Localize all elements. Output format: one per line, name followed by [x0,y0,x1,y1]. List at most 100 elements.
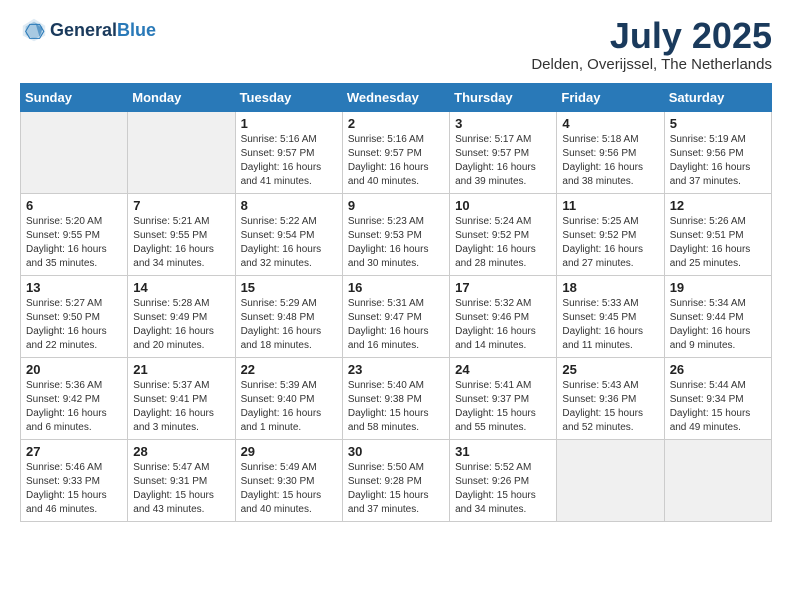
calendar-cell: 6 Sunrise: 5:20 AM Sunset: 9:55 PM Daylig… [21,193,128,275]
day-number: 8 [241,198,337,213]
header-wednesday: Wednesday [342,83,449,111]
calendar-cell: 22 Sunrise: 5:39 AM Sunset: 9:40 PM Dayli… [235,357,342,439]
day-info: Sunrise: 5:34 AM Sunset: 9:44 PM Dayligh… [670,297,766,353]
day-number: 23 [348,362,444,377]
day-info: Sunrise: 5:29 AM Sunset: 9:48 PM Dayligh… [241,297,337,353]
day-info: Sunrise: 5:36 AM Sunset: 9:42 PM Dayligh… [26,379,122,435]
day-number: 19 [670,280,766,295]
day-info: Sunrise: 5:31 AM Sunset: 9:47 PM Dayligh… [348,297,444,353]
day-number: 25 [562,362,658,377]
day-info: Sunrise: 5:22 AM Sunset: 9:54 PM Dayligh… [241,215,337,271]
calendar-cell: 13 Sunrise: 5:27 AM Sunset: 9:50 PM Dayli… [21,275,128,357]
day-info: Sunrise: 5:44 AM Sunset: 9:34 PM Dayligh… [670,379,766,435]
day-number: 17 [455,280,551,295]
day-number: 7 [133,198,229,213]
day-number: 18 [562,280,658,295]
calendar-cell: 15 Sunrise: 5:29 AM Sunset: 9:48 PM Dayli… [235,275,342,357]
day-info: Sunrise: 5:32 AM Sunset: 9:46 PM Dayligh… [455,297,551,353]
calendar-cell: 7 Sunrise: 5:21 AM Sunset: 9:55 PM Daylig… [128,193,235,275]
day-number: 3 [455,116,551,131]
day-info: Sunrise: 5:52 AM Sunset: 9:26 PM Dayligh… [455,461,551,517]
day-number: 5 [670,116,766,131]
day-info: Sunrise: 5:18 AM Sunset: 9:56 PM Dayligh… [562,133,658,189]
day-info: Sunrise: 5:43 AM Sunset: 9:36 PM Dayligh… [562,379,658,435]
day-number: 16 [348,280,444,295]
day-info: Sunrise: 5:46 AM Sunset: 9:33 PM Dayligh… [26,461,122,517]
calendar-header-row: SundayMondayTuesdayWednesdayThursdayFrid… [21,83,772,111]
calendar-cell: 25 Sunrise: 5:43 AM Sunset: 9:36 PM Dayli… [557,357,664,439]
calendar-cell: 19 Sunrise: 5:34 AM Sunset: 9:44 PM Dayli… [664,275,771,357]
month-title: July 2025 [531,16,772,56]
calendar-week-4: 20 Sunrise: 5:36 AM Sunset: 9:42 PM Dayli… [21,357,772,439]
calendar-table: SundayMondayTuesdayWednesdayThursdayFrid… [20,83,772,522]
day-number: 22 [241,362,337,377]
day-info: Sunrise: 5:28 AM Sunset: 9:49 PM Dayligh… [133,297,229,353]
day-number: 29 [241,444,337,459]
calendar-cell: 12 Sunrise: 5:26 AM Sunset: 9:51 PM Dayli… [664,193,771,275]
calendar-cell: 17 Sunrise: 5:32 AM Sunset: 9:46 PM Dayli… [450,275,557,357]
day-info: Sunrise: 5:49 AM Sunset: 9:30 PM Dayligh… [241,461,337,517]
calendar-cell: 9Sunrise: 5:23 AM Sunset: 9:53 PM Daylig… [342,193,449,275]
day-info: Sunrise: 5:16 AM Sunset: 9:57 PM Dayligh… [241,133,337,189]
calendar-cell: 5 Sunrise: 5:19 AM Sunset: 9:56 PM Daylig… [664,111,771,193]
calendar-week-2: 6 Sunrise: 5:20 AM Sunset: 9:55 PM Daylig… [21,193,772,275]
day-info: Sunrise: 5:17 AM Sunset: 9:57 PM Dayligh… [455,133,551,189]
calendar-week-3: 13 Sunrise: 5:27 AM Sunset: 9:50 PM Dayli… [21,275,772,357]
day-info: Sunrise: 5:33 AM Sunset: 9:45 PM Dayligh… [562,297,658,353]
day-number: 21 [133,362,229,377]
day-info: Sunrise: 5:25 AM Sunset: 9:52 PM Dayligh… [562,215,658,271]
calendar-cell [557,439,664,521]
day-info: Sunrise: 5:16 AM Sunset: 9:57 PM Dayligh… [348,133,444,189]
calendar-cell [664,439,771,521]
day-number: 9 [348,198,444,213]
day-number: 4 [562,116,658,131]
day-number: 28 [133,444,229,459]
calendar-cell: 28Sunrise: 5:47 AM Sunset: 9:31 PM Dayli… [128,439,235,521]
day-number: 11 [562,198,658,213]
day-info: Sunrise: 5:24 AM Sunset: 9:52 PM Dayligh… [455,215,551,271]
day-number: 14 [133,280,229,295]
day-number: 30 [348,444,444,459]
day-number: 15 [241,280,337,295]
page-header: GeneralBlue July 2025 Delden, Overijssel… [20,16,772,73]
day-number: 10 [455,198,551,213]
logo-icon [20,16,48,44]
day-number: 13 [26,280,122,295]
logo: GeneralBlue [20,16,156,44]
calendar-cell: 11 Sunrise: 5:25 AM Sunset: 9:52 PM Dayli… [557,193,664,275]
calendar-cell: 27 Sunrise: 5:46 AM Sunset: 9:33 PM Dayli… [21,439,128,521]
calendar-cell: 3 Sunrise: 5:17 AM Sunset: 9:57 PM Daylig… [450,111,557,193]
calendar-cell: 31Sunrise: 5:52 AM Sunset: 9:26 PM Dayli… [450,439,557,521]
calendar-cell: 24 Sunrise: 5:41 AM Sunset: 9:37 PM Dayli… [450,357,557,439]
day-number: 26 [670,362,766,377]
day-info: Sunrise: 5:19 AM Sunset: 9:56 PM Dayligh… [670,133,766,189]
day-number: 24 [455,362,551,377]
calendar-cell: 8 Sunrise: 5:22 AM Sunset: 9:54 PM Daylig… [235,193,342,275]
day-info: Sunrise: 5:40 AM Sunset: 9:38 PM Dayligh… [348,379,444,435]
day-number: 20 [26,362,122,377]
day-info: Sunrise: 5:26 AM Sunset: 9:51 PM Dayligh… [670,215,766,271]
day-number: 27 [26,444,122,459]
calendar-cell: 10 Sunrise: 5:24 AM Sunset: 9:52 PM Dayli… [450,193,557,275]
header-thursday: Thursday [450,83,557,111]
day-number: 1 [241,116,337,131]
calendar-cell: 18 Sunrise: 5:33 AM Sunset: 9:45 PM Dayli… [557,275,664,357]
title-block: July 2025 Delden, Overijssel, The Nether… [531,16,772,73]
calendar-cell: 29 Sunrise: 5:49 AM Sunset: 9:30 PM Dayli… [235,439,342,521]
calendar-cell [128,111,235,193]
calendar-cell: 21 Sunrise: 5:37 AM Sunset: 9:41 PM Dayli… [128,357,235,439]
day-number: 12 [670,198,766,213]
day-info: Sunrise: 5:21 AM Sunset: 9:55 PM Dayligh… [133,215,229,271]
day-info: Sunrise: 5:41 AM Sunset: 9:37 PM Dayligh… [455,379,551,435]
header-tuesday: Tuesday [235,83,342,111]
day-info: Sunrise: 5:37 AM Sunset: 9:41 PM Dayligh… [133,379,229,435]
calendar-cell: 16 Sunrise: 5:31 AM Sunset: 9:47 PM Dayli… [342,275,449,357]
day-info: Sunrise: 5:27 AM Sunset: 9:50 PM Dayligh… [26,297,122,353]
location-subtitle: Delden, Overijssel, The Netherlands [531,56,772,73]
calendar-cell: 2Sunrise: 5:16 AM Sunset: 9:57 PM Daylig… [342,111,449,193]
day-info: Sunrise: 5:39 AM Sunset: 9:40 PM Dayligh… [241,379,337,435]
calendar-cell: 26 Sunrise: 5:44 AM Sunset: 9:34 PM Dayli… [664,357,771,439]
day-info: Sunrise: 5:20 AM Sunset: 9:55 PM Dayligh… [26,215,122,271]
day-number: 6 [26,198,122,213]
header-monday: Monday [128,83,235,111]
